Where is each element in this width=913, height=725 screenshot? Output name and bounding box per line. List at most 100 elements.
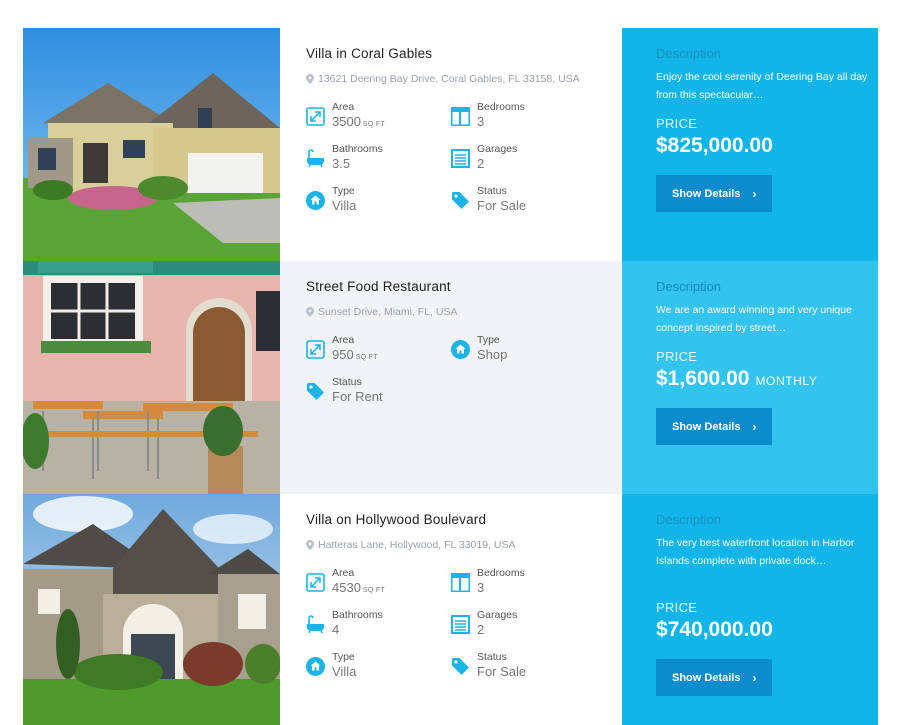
listing-title[interactable]: Villa in Coral Gables <box>306 46 622 66</box>
listing-card: Street Food Restaurant Sunset Drive, Mia… <box>23 261 878 494</box>
feature-value: 3 <box>477 114 485 129</box>
listing-info: Street Food Restaurant Sunset Drive, Mia… <box>280 261 622 494</box>
feature-value: For Sale <box>477 198 527 213</box>
bedrooms-icon <box>451 573 470 592</box>
description-heading: Description <box>656 279 722 294</box>
feature-label: Type <box>332 651 355 663</box>
feature-label: Status <box>332 376 362 388</box>
feature-bathrooms: Bathrooms 3.5 <box>306 143 451 176</box>
garage-icon <box>451 149 470 168</box>
feature-garages: Garages 2 <box>451 143 596 176</box>
property-photo[interactable] <box>23 28 280 261</box>
tag-icon <box>452 658 469 675</box>
listing-address: Hatteras Lane, Hollywood, FL 33019, USA <box>306 536 622 554</box>
listing-address: Sunset Drive, Miami, FL, USA <box>306 303 622 321</box>
feature-value: 2 <box>477 156 485 171</box>
feature-value: 2 <box>477 622 485 637</box>
feature-label: Type <box>332 185 355 197</box>
home-icon <box>306 191 325 210</box>
listing-address: 13621 Deering Bay Drive, Coral Gables, F… <box>306 70 622 88</box>
feature-label: Area <box>332 101 355 113</box>
feature-grid: Area 3500 SQ FT Bedrooms 3 Bathrooms 3.5 Gar… <box>306 101 622 218</box>
feature-area: Area 950 SQ FT <box>306 334 451 367</box>
price-value: $825,000.00 <box>656 134 878 158</box>
listing-card: Villa on Hollywood Boulevard Hatteras La… <box>23 494 878 725</box>
feature-type: Type Villa <box>306 651 451 684</box>
description-heading: Description <box>656 512 722 527</box>
feature-value: 3 <box>477 580 485 595</box>
show-details-button[interactable]: Show Details › <box>656 175 773 212</box>
area-icon <box>306 107 325 126</box>
price-value: $740,000.00 <box>656 618 878 642</box>
listing-info: Villa on Hollywood Boulevard Hatteras La… <box>280 494 622 725</box>
price-amount: $1,600.00 <box>656 367 750 390</box>
price-value: $1,600.00 MONTHLY <box>656 367 878 391</box>
description-heading: Description <box>656 46 722 61</box>
feature-value: 4 <box>332 622 340 637</box>
area-icon <box>306 340 325 359</box>
price-suffix: MONTHLY <box>755 374 818 388</box>
feature-value: 3.5 <box>332 156 351 171</box>
price-amount: $740,000.00 <box>656 618 773 641</box>
area-value: 4530 <box>332 580 361 595</box>
property-photo[interactable] <box>23 261 280 494</box>
feature-type: Type Villa <box>306 185 451 218</box>
feature-garages: Garages 2 <box>451 609 596 642</box>
price-label: PRICE <box>656 349 698 364</box>
feature-bedrooms: Bedrooms 3 <box>451 567 596 600</box>
feature-label: Status <box>477 185 507 197</box>
price-panel: Description We are an award winning and … <box>622 261 878 494</box>
feature-area: Area 3500 SQ FT <box>306 101 451 134</box>
listing-title[interactable]: Street Food Restaurant <box>306 279 622 299</box>
feature-bedrooms: Bedrooms 3 <box>451 101 596 134</box>
map-pin-icon <box>306 74 314 84</box>
price-label: PRICE <box>656 600 698 615</box>
feature-status: Status For Sale <box>451 651 596 684</box>
feature-value: Villa <box>332 198 357 213</box>
feature-type: Type Shop <box>451 334 596 367</box>
feature-status: Status For Rent <box>306 376 451 409</box>
price-label: PRICE <box>656 116 698 131</box>
feature-label: Bedrooms <box>477 567 525 579</box>
area-unit: SQ FT <box>362 587 386 594</box>
home-icon <box>451 340 470 359</box>
description-text: We are an award winning and very unique … <box>656 304 852 334</box>
button-label: Show Details <box>672 187 741 200</box>
feature-status: Status For Sale <box>451 185 596 218</box>
chevron-right-icon: › <box>752 670 757 685</box>
area-unit: SQ FT <box>362 121 386 128</box>
feature-bathrooms: Bathrooms 4 <box>306 609 451 642</box>
bathtub-icon <box>307 149 324 168</box>
feature-value: 3500 SQ FT <box>332 113 385 133</box>
villa-photo-image <box>23 28 280 261</box>
feature-value: For Rent <box>332 389 383 404</box>
feature-area: Area 4530 SQ FT <box>306 567 451 600</box>
button-label: Show Details <box>672 671 741 684</box>
feature-value: Villa <box>332 664 357 679</box>
bathtub-icon <box>307 615 324 634</box>
price-amount: $825,000.00 <box>656 134 773 157</box>
description-text: The very best waterfront location in Har… <box>656 537 855 567</box>
bedrooms-icon <box>451 107 470 126</box>
feature-value: For Sale <box>477 664 527 679</box>
feature-label: Area <box>332 334 355 346</box>
price-panel: Description Enjoy the cool serenity of D… <box>622 28 878 261</box>
feature-label: Type <box>477 334 500 346</box>
feature-label: Garages <box>477 143 518 155</box>
home-icon <box>306 657 325 676</box>
show-details-button[interactable]: Show Details › <box>656 408 773 445</box>
area-icon <box>306 573 325 592</box>
address-text: 13621 Deering Bay Drive, Coral Gables, F… <box>318 73 580 85</box>
price-panel: Description The very best waterfront loc… <box>622 494 878 725</box>
listing-title[interactable]: Villa on Hollywood Boulevard <box>306 512 622 532</box>
map-pin-icon <box>306 307 314 317</box>
button-label: Show Details <box>672 420 741 433</box>
show-details-button[interactable]: Show Details › <box>656 659 773 696</box>
hollywood-villa-photo-image <box>23 494 280 725</box>
restaurant-photo-image <box>23 261 280 494</box>
address-text: Hatteras Lane, Hollywood, FL 33019, USA <box>318 539 516 551</box>
feature-label: Bathrooms <box>332 609 383 621</box>
tag-icon <box>307 383 324 400</box>
feature-label: Garages <box>477 609 518 621</box>
property-photo[interactable] <box>23 494 280 725</box>
